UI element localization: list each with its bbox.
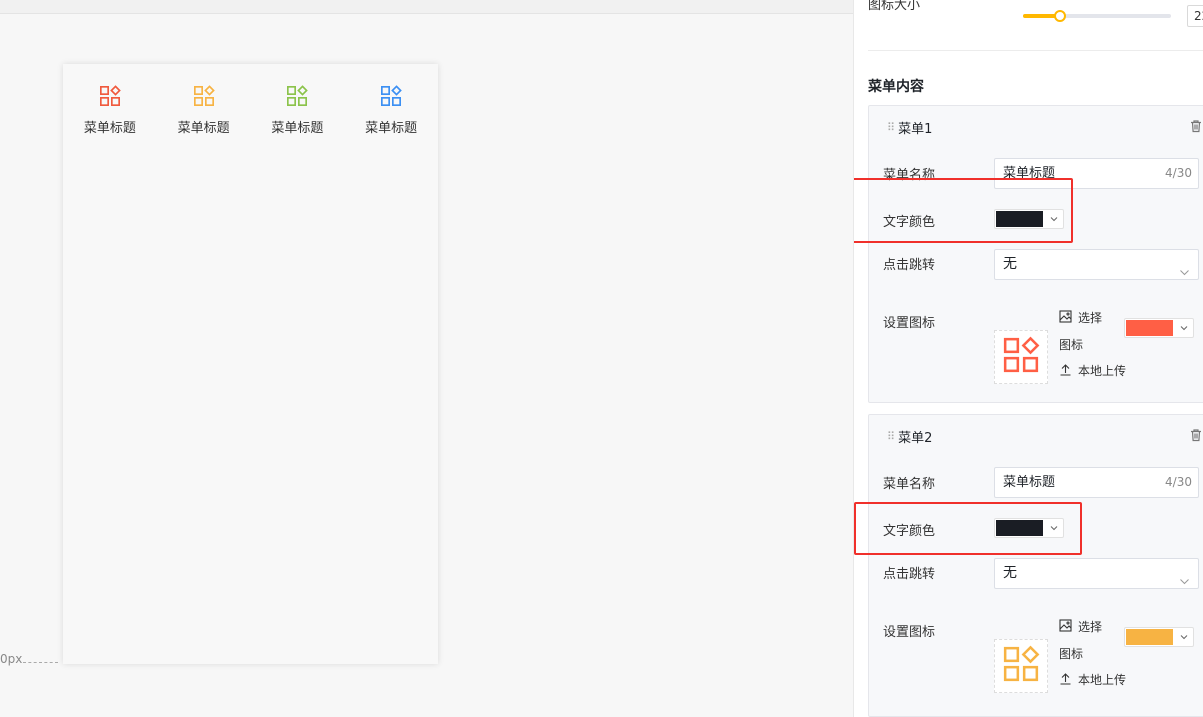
grid-icon (1002, 645, 1040, 687)
icon-size-row: 图标大小 22 (868, 0, 1203, 51)
icon-color-picker[interactable] (1124, 318, 1194, 338)
menu-card-1: ⠿ 菜单1 菜单名称 菜单标题 4/30 文字颜色 点击跳转 无 设置图标 选择… (868, 105, 1203, 403)
px-marker-line (23, 662, 58, 663)
upload-icon (1059, 363, 1078, 379)
icon-text-label: 图标 (1059, 647, 1084, 661)
menu-card-header: ⠿ 菜单1 (887, 118, 932, 137)
image-icon (1059, 618, 1078, 635)
name-label: 菜单名称 (883, 477, 936, 492)
color-swatch (1126, 629, 1173, 645)
menu-item-2[interactable]: 菜单标题 (157, 85, 251, 136)
section-title: 菜单内容 (868, 79, 924, 95)
grid-icon (380, 85, 402, 111)
icon-text-label: 图标 (1059, 338, 1084, 352)
char-count: 4/30 (1165, 475, 1192, 489)
color-swatch (1126, 320, 1173, 336)
choose-label: 选择 (1078, 311, 1103, 325)
menu-item-1[interactable]: 菜单标题 (63, 85, 157, 136)
menu-item-label: 菜单标题 (271, 121, 324, 136)
highlight-box (854, 178, 1073, 243)
choose-icon-button[interactable]: 选择 (1059, 618, 1102, 635)
menu-card-header: ⠿ 菜单2 (887, 427, 932, 446)
upload-icon (1059, 672, 1078, 688)
menu-name-value: 菜单标题 (1003, 475, 1056, 490)
jump-label: 点击跳转 (883, 567, 936, 582)
menu-card-title: 菜单1 (898, 122, 933, 137)
icon-preview[interactable] (994, 639, 1048, 693)
highlight-box (854, 502, 1082, 555)
upload-label: 本地上传 (1078, 364, 1127, 378)
choose-label: 选择 (1078, 620, 1103, 634)
jump-select[interactable]: 无 (994, 249, 1199, 280)
px-marker-label: 0px (0, 652, 23, 666)
char-count: 4/30 (1165, 166, 1192, 180)
menu-card-2: ⠿ 菜单2 菜单名称 菜单标题 4/30 文字颜色 点击跳转 无 设置图标 选择… (868, 414, 1203, 717)
chevron-down-icon (1179, 631, 1189, 641)
menu-row: 菜单标题 菜单标题 菜单标题 菜单标题 (63, 64, 438, 136)
drag-handle-icon[interactable]: ⠿ (887, 430, 895, 443)
icon-size-slider[interactable] (1023, 10, 1171, 22)
menu-item-label: 菜单标题 (83, 121, 136, 136)
trash-icon[interactable] (1189, 428, 1203, 442)
drag-handle-icon[interactable]: ⠿ (887, 121, 895, 134)
set-icon-label: 设置图标 (883, 316, 936, 331)
upload-button[interactable]: 本地上传 (1059, 671, 1126, 688)
grid-icon (193, 85, 215, 111)
menu-item-4[interactable]: 菜单标题 (344, 85, 438, 136)
menu-item-3[interactable]: 菜单标题 (251, 85, 345, 136)
menu-card-title: 菜单2 (898, 431, 933, 446)
icon-size-input[interactable]: 22 (1187, 5, 1203, 27)
trash-icon[interactable] (1189, 119, 1203, 133)
upload-button[interactable]: 本地上传 (1059, 362, 1126, 379)
icon-preview[interactable] (994, 330, 1048, 384)
choose-icon-button[interactable]: 选择 (1059, 309, 1102, 326)
chevron-down-icon (1179, 569, 1190, 585)
upload-label: 本地上传 (1078, 673, 1127, 687)
menu-item-label: 菜单标题 (177, 121, 230, 136)
image-icon (1059, 309, 1078, 326)
settings-panel: 图标大小 22 菜单内容 ⠿ 菜单1 菜单名称 菜单标题 4/30 文字颜色 点… (853, 0, 1203, 717)
jump-select[interactable]: 无 (994, 558, 1199, 589)
menu-name-input[interactable]: 菜单标题 4/30 (994, 467, 1199, 498)
chevron-down-icon (1179, 322, 1189, 332)
slider-thumb[interactable] (1054, 10, 1066, 22)
jump-value: 无 (1003, 565, 1017, 581)
menu-item-label: 菜单标题 (365, 121, 418, 136)
phone-preview: 菜单标题 菜单标题 菜单标题 菜单标题 (63, 64, 438, 664)
jump-value: 无 (1003, 256, 1017, 272)
grid-icon (286, 85, 309, 111)
grid-icon (99, 85, 121, 111)
set-icon-label: 设置图标 (883, 625, 936, 640)
jump-label: 点击跳转 (883, 258, 936, 273)
icon-size-label: 图标大小 (868, 0, 921, 13)
chevron-down-icon (1179, 260, 1190, 276)
grid-icon (1002, 336, 1040, 378)
icon-color-picker[interactable] (1124, 627, 1194, 647)
top-bar (0, 0, 853, 14)
